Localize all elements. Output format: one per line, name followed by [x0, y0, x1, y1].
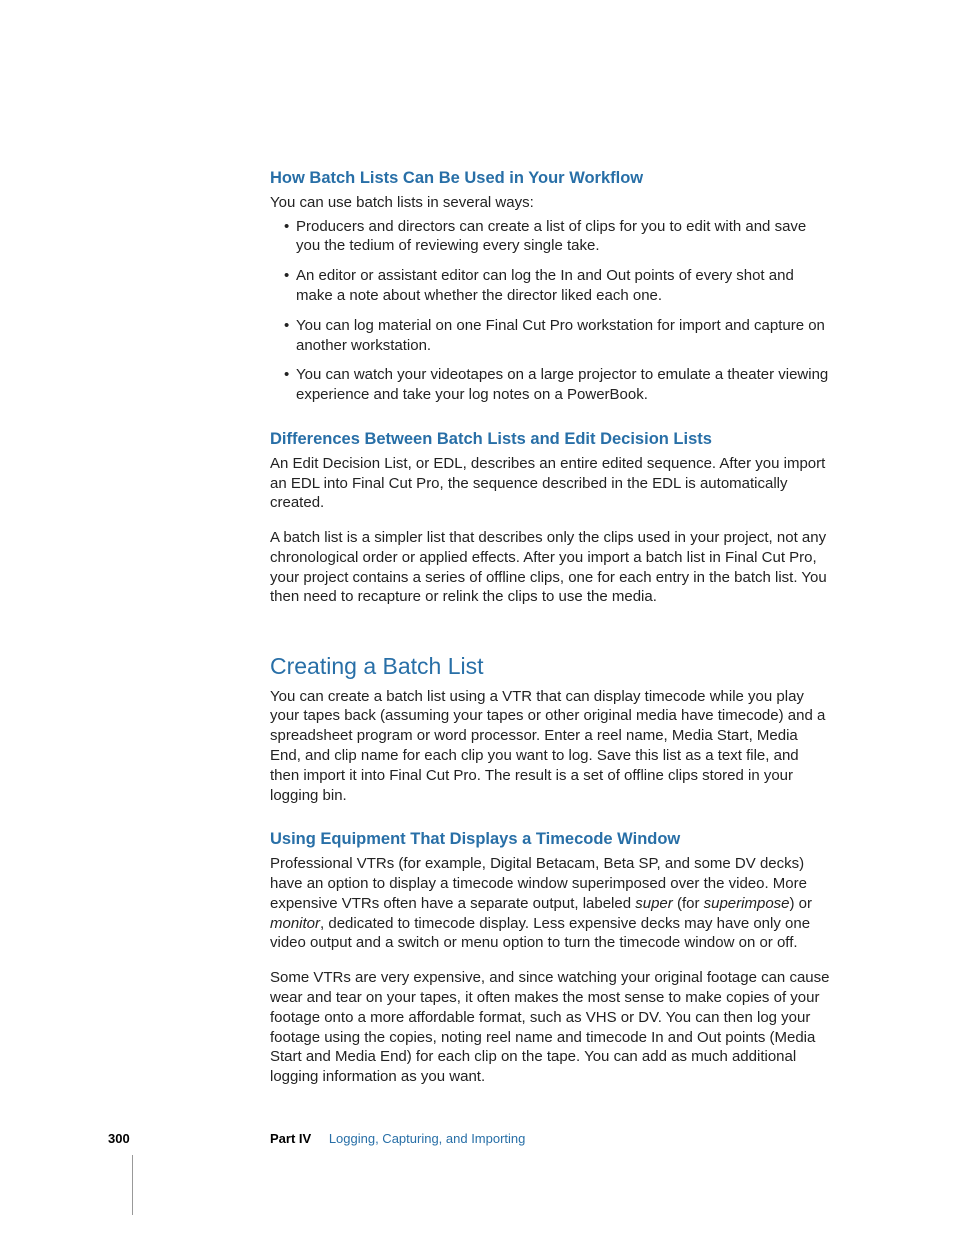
- bullet-item: Producers and directors can create a lis…: [284, 217, 830, 257]
- footer-divider: [132, 1155, 133, 1215]
- text: (for: [673, 895, 704, 912]
- para-equipment-1: Professional VTRs (for example, Digital …: [270, 854, 830, 953]
- italic-monitor: monitor: [270, 915, 320, 932]
- bullet-list-workflow: Producers and directors can create a lis…: [270, 217, 830, 405]
- para-equipment-2: Some VTRs are very expensive, and since …: [270, 968, 830, 1087]
- heading-workflow: How Batch Lists Can Be Used in Your Work…: [270, 168, 830, 190]
- text: , dedicated to timecode display. Less ex…: [270, 915, 810, 952]
- page-footer: 300 Part IV Logging, Capturing, and Impo…: [108, 1131, 525, 1146]
- heading-differences: Differences Between Batch Lists and Edit…: [270, 429, 830, 451]
- intro-workflow: You can use batch lists in several ways:: [270, 193, 830, 213]
- page-content: How Batch Lists Can Be Used in Your Work…: [270, 168, 830, 1087]
- para-creating: You can create a batch list using a VTR …: [270, 687, 830, 806]
- para-batchlist: A batch list is a simpler list that desc…: [270, 528, 830, 607]
- para-edl: An Edit Decision List, or EDL, describes…: [270, 454, 830, 513]
- page-number: 300: [108, 1131, 270, 1146]
- bullet-item: An editor or assistant editor can log th…: [284, 266, 830, 306]
- italic-superimpose: superimpose: [704, 895, 790, 912]
- bullet-item: You can log material on one Final Cut Pr…: [284, 316, 830, 356]
- bullet-item: You can watch your videotapes on a large…: [284, 365, 830, 405]
- heading-creating: Creating a Batch List: [270, 651, 830, 681]
- part-label: Part IV: [270, 1131, 311, 1146]
- text: ) or: [790, 895, 813, 912]
- heading-equipment: Using Equipment That Displays a Timecode…: [270, 829, 830, 851]
- italic-super: super: [635, 895, 673, 912]
- part-title: Logging, Capturing, and Importing: [329, 1131, 526, 1146]
